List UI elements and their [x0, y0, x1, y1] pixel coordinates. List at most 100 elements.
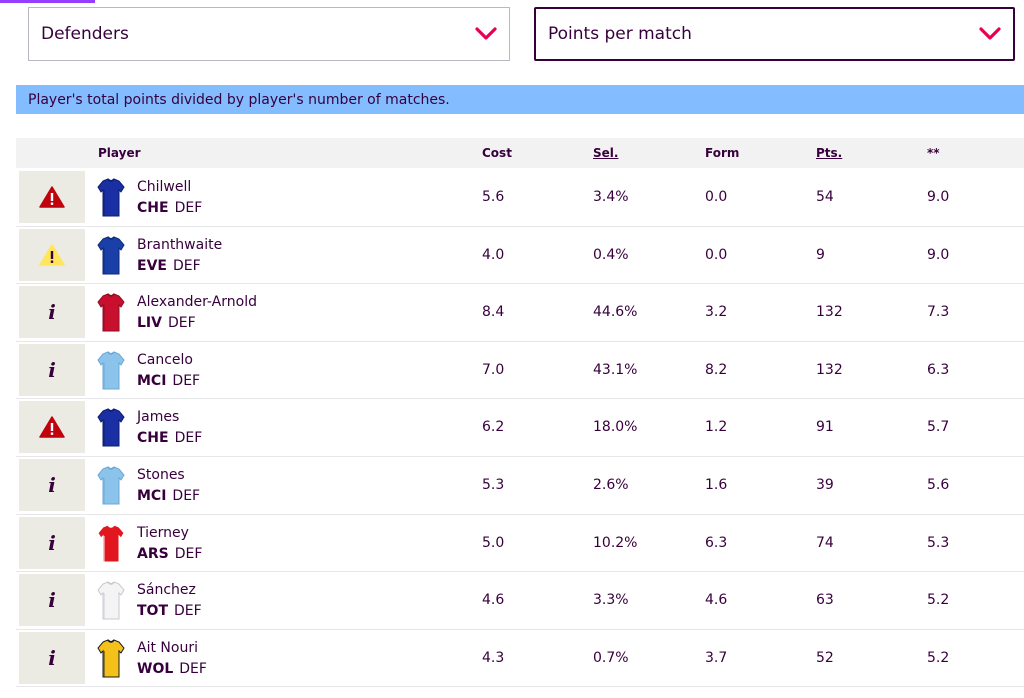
player-form: 8.2 [705, 361, 728, 378]
player-team: ARS [137, 545, 169, 562]
view-select[interactable]: Defenders [28, 7, 510, 61]
player-cost: 8.4 [482, 304, 505, 321]
player-meta: CHE DEF [137, 200, 202, 216]
player-points-per-match: 5.2 [927, 649, 950, 666]
header-sort-stat[interactable]: ** [927, 146, 940, 160]
team-shirt [97, 178, 125, 222]
table-row[interactable]: i Cancelo MCI DEF 7.0 43.1% 8.2 132 6.3 [16, 342, 1024, 400]
player-position: DEF [172, 372, 201, 389]
player-name[interactable]: Tierney [137, 525, 189, 541]
team-shirt-icon [97, 236, 125, 275]
player-form: 3.2 [705, 304, 728, 321]
player-selected: 0.7% [593, 649, 629, 666]
player-name[interactable]: Alexander-Arnold [137, 294, 257, 310]
player-position: DEF [174, 430, 203, 447]
player-info-button[interactable] [19, 401, 85, 454]
table-header: Player Cost Sel. Form Pts. ** [16, 138, 1024, 168]
player-form: 0.0 [705, 246, 728, 263]
player-cost: 7.0 [482, 361, 505, 378]
player-points-per-match: 9.0 [927, 246, 950, 263]
player-meta: MCI DEF [137, 373, 200, 389]
player-points: 132 [816, 304, 843, 321]
chevron-down-icon [475, 27, 497, 40]
player-table-body: Chilwell CHE DEF 5.6 3.4% 0.0 54 9.0 Branthwaite… [16, 169, 1024, 688]
player-selected: 3.4% [593, 189, 629, 205]
team-shirt-icon [97, 581, 125, 620]
table-row[interactable]: i Alexander-Arnold LIV DEF 8.4 44.6% 3.2 132 7.3 [16, 284, 1024, 342]
table-row[interactable]: i Tierney ARS DEF 5.0 10.2% 6.3 74 5.3 [16, 515, 1024, 573]
team-shirt [97, 639, 125, 683]
header-player: Player [98, 146, 141, 160]
player-meta: ARS DEF [137, 546, 202, 562]
table-row[interactable]: Chilwell CHE DEF 5.6 3.4% 0.0 54 9.0 [16, 169, 1024, 227]
player-selected: 2.6% [593, 476, 629, 493]
player-points: 54 [816, 189, 834, 205]
player-team: CHE [137, 430, 169, 447]
chevron-down-icon [979, 27, 1001, 40]
team-shirt-icon [97, 408, 125, 447]
player-form: 4.6 [705, 592, 728, 609]
player-name[interactable]: Stones [137, 467, 185, 483]
player-points-per-match: 6.3 [927, 361, 950, 378]
player-info-button[interactable]: i [19, 516, 85, 569]
header-points[interactable]: Pts. [816, 146, 842, 160]
player-points-per-match: 5.7 [927, 419, 950, 436]
table-row[interactable]: i Sánchez TOT DEF 4.6 3.3% 4.6 63 5.2 [16, 572, 1024, 630]
player-position: DEF [174, 545, 203, 562]
player-points: 91 [816, 419, 834, 436]
player-position: DEF [172, 487, 201, 504]
team-shirt-icon [97, 178, 125, 217]
player-info-button[interactable]: i [19, 574, 85, 627]
player-selected: 10.2% [593, 534, 638, 551]
player-team: CHE [137, 200, 169, 216]
player-points-per-match: 5.6 [927, 476, 950, 493]
injury-warning-icon [39, 186, 65, 208]
player-info-button[interactable]: i [19, 631, 85, 684]
player-points-per-match: 5.3 [927, 534, 950, 551]
player-team: TOT [137, 603, 169, 620]
player-points-per-match: 5.2 [927, 592, 950, 609]
sort-select-value: Points per match [548, 24, 692, 44]
player-selected: 0.4% [593, 246, 629, 263]
player-name[interactable]: James [137, 409, 179, 425]
player-info-button[interactable]: i [19, 458, 85, 511]
player-info-button[interactable] [19, 171, 85, 223]
table-row[interactable]: Branthwaite EVE DEF 4.0 0.4% 0.0 9 9.0 [16, 227, 1024, 285]
player-info-button[interactable] [19, 228, 85, 281]
info-icon: i [48, 588, 56, 613]
header-form[interactable]: Form [705, 146, 739, 160]
team-shirt-icon [97, 293, 125, 332]
info-icon: i [48, 472, 56, 497]
stat-description-text: Player's total points divided by player'… [28, 91, 450, 108]
player-selected: 18.0% [593, 419, 638, 436]
player-name[interactable]: Ait Nouri [137, 640, 198, 656]
player-position: DEF [172, 257, 201, 274]
player-info-button[interactable]: i [19, 286, 85, 339]
header-selected[interactable]: Sel. [593, 146, 618, 160]
player-name[interactable]: Chilwell [137, 179, 191, 195]
table-row[interactable]: i Stones MCI DEF 5.3 2.6% 1.6 39 5.6 [16, 457, 1024, 515]
team-shirt-icon [97, 523, 125, 563]
table-row[interactable]: James CHE DEF 6.2 18.0% 1.2 91 5.7 [16, 399, 1024, 457]
player-name[interactable]: Sánchez [137, 582, 196, 598]
team-shirt [97, 581, 125, 625]
player-meta: EVE DEF [137, 258, 201, 274]
team-shirt [97, 351, 125, 395]
stat-description-banner: Player's total points divided by player'… [16, 85, 1024, 114]
player-cost: 4.0 [482, 246, 505, 263]
player-selected: 44.6% [593, 304, 638, 321]
team-shirt-icon [97, 639, 125, 678]
player-position: DEF [174, 603, 202, 620]
player-meta: LIV DEF [137, 315, 196, 331]
player-position: DEF [174, 200, 203, 216]
header-cost[interactable]: Cost [482, 146, 512, 160]
player-points: 52 [816, 649, 834, 666]
player-name[interactable]: Branthwaite [137, 237, 222, 253]
player-name[interactable]: Cancelo [137, 352, 193, 368]
sort-select[interactable]: Points per match [534, 7, 1015, 61]
player-info-button[interactable]: i [19, 343, 85, 396]
player-cost: 6.2 [482, 419, 505, 436]
table-row[interactable]: i Ait Nouri WOL DEF 4.3 0.7% 3.7 52 5.2 [16, 630, 1024, 688]
player-form: 6.3 [705, 534, 728, 551]
player-cost: 5.0 [482, 534, 505, 551]
